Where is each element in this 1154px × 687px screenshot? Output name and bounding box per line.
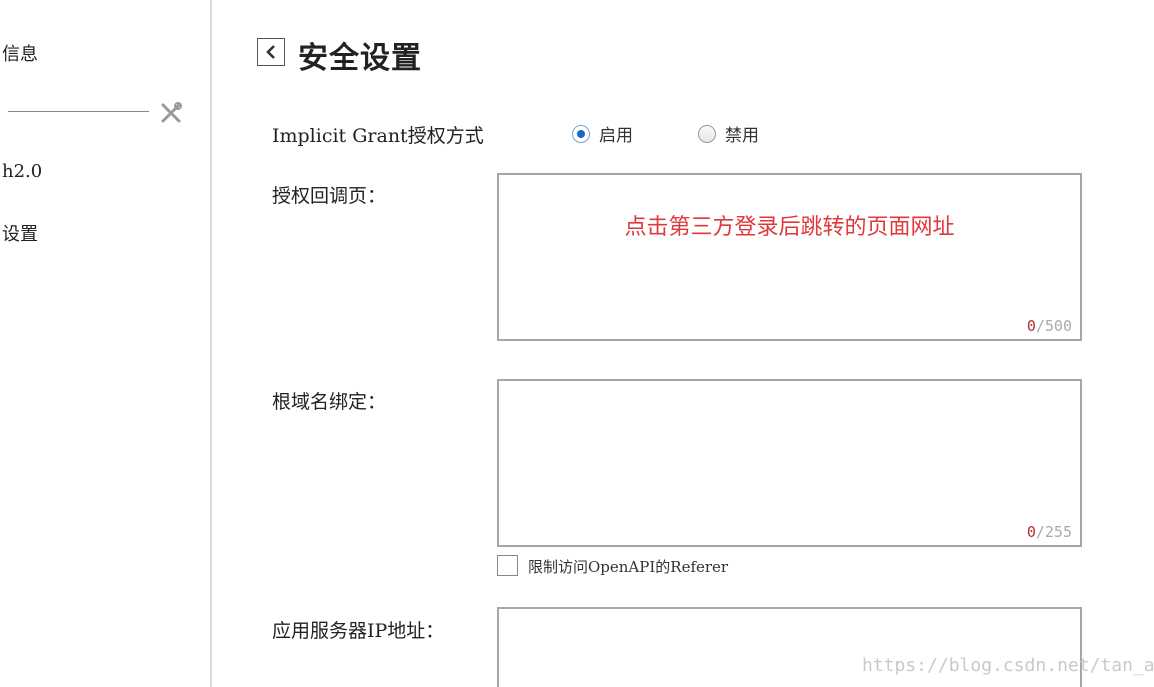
server-ip-label: 应用服务器IP地址：	[272, 620, 445, 642]
sidebar-item-label: h2.0	[2, 161, 43, 182]
char-count: 0	[1026, 523, 1036, 541]
radio-unselected-icon	[698, 124, 716, 143]
watermark: https://blog.csdn.net/tan_ai	[862, 655, 1154, 676]
char-counter: 0/255	[1027, 523, 1072, 541]
radio-disable-label: 禁用	[725, 126, 759, 146]
tools-icon[interactable]	[159, 101, 183, 125]
sidebar: 信息 h2.0 设置	[0, 0, 212, 687]
implicit-grant-label: Implicit Grant授权方式	[272, 125, 484, 147]
radio-selected-icon	[572, 124, 590, 143]
callback-placeholder: 点击第三方登录后跳转的页面网址	[624, 215, 955, 240]
sidebar-divider	[8, 111, 149, 112]
char-count: 0	[1026, 317, 1036, 335]
restrict-referer-label: 限制访问OpenAPI的Referer	[528, 558, 729, 576]
char-max: /255	[1035, 523, 1072, 541]
radio-disable[interactable]: 禁用	[698, 121, 759, 146]
page-title: 安全设置	[298, 41, 422, 76]
sidebar-item-label: 信息	[2, 44, 38, 65]
sidebar-item-label: 设置	[2, 224, 38, 245]
char-counter: 0/500	[1027, 317, 1072, 335]
page: 信息 h2.0 设置 安全设置 Implicit Grant授权方式 启用 禁用	[0, 0, 1154, 687]
sidebar-item-info[interactable]: 信息	[2, 40, 38, 66]
sidebar-item-oauth[interactable]: h2.0	[2, 161, 42, 182]
restrict-referer-checkbox[interactable]	[497, 555, 518, 576]
root-domain-textarea[interactable]: 0/255	[497, 379, 1082, 547]
radio-enable[interactable]: 启用	[572, 121, 633, 146]
sidebar-item-settings[interactable]: 设置	[2, 220, 38, 246]
callback-textarea[interactable]: 点击第三方登录后跳转的页面网址 0/500	[497, 173, 1082, 341]
back-button[interactable]	[257, 38, 285, 66]
callback-label: 授权回调页：	[272, 185, 387, 207]
root-domain-label: 根域名绑定：	[272, 391, 387, 413]
chevron-left-icon	[266, 45, 275, 59]
radio-enable-label: 启用	[599, 126, 633, 146]
char-max: /500	[1035, 317, 1072, 335]
